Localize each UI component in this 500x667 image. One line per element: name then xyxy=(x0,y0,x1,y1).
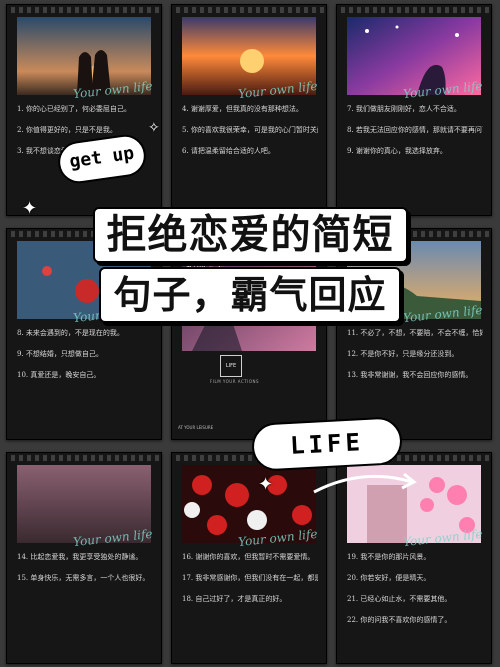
card-1: Your own life 1. 你的心已经别了，何必委屈自己。 2. 你值得更… xyxy=(6,4,162,216)
card-line: 15. 单身快乐，无需多言，一个人也很好。 xyxy=(17,574,150,582)
card-lines: 8. 未来会遇到的，不是现在的我。 9. 不想结婚，只想做自己。 10. 真爱还… xyxy=(17,329,153,392)
film-caption: FILM YOUR ACTIONS xyxy=(210,379,260,384)
card-line: 19. 我不是你的那片风景。 xyxy=(347,553,431,561)
card-7: Your own life 14. 比起恋爱我，我更享受独处的静谧。 15. 单… xyxy=(6,452,162,664)
title-line-1: 拒绝恋爱的简短 xyxy=(92,207,408,263)
film-holes xyxy=(172,7,326,13)
card-line: 4. 谢谢厚爱，但我真的没有那种想法。 xyxy=(182,105,303,113)
card-line: 5. 你的喜欢我很荣幸，可是我的心门暂时关闭。 xyxy=(182,126,318,134)
card-line: 8. 未来会遇到的，不是现在的我。 xyxy=(17,329,124,337)
card-line: 11. 不必了，不想，不要陪，不会不缠，恰好，已经有了，抱歉。 xyxy=(347,329,483,337)
card-line: 8. 若我无法回应你的感情，那就请不要再问了。 xyxy=(347,126,483,134)
card-line: 1. 你的心已经别了，何必委屈自己。 xyxy=(17,105,131,113)
title-block: 拒绝恋爱的简短 句子，霸气回应 xyxy=(0,205,500,325)
card-lines: 14. 比起恋爱我，我更享受独处的静谧。 15. 单身快乐，无需多言，一个人也很… xyxy=(17,553,153,595)
poster: Your own life 1. 你的心已经别了，何必委屈自己。 2. 你值得更… xyxy=(0,0,500,667)
card-2: Your own life 4. 谢谢厚爱，但我真的没有那种想法。 5. 你的喜… xyxy=(171,4,327,216)
card-line: 7. 我们做朋友刚刚好，恋人不合适。 xyxy=(347,105,461,113)
card-line: 16. 谢谢你的喜欢，但我暂时不需要爱情。 xyxy=(182,553,315,561)
arrow-icon xyxy=(313,472,417,494)
card-line: 17. 我非常感谢你，但我们没有在一起，都是缘。 xyxy=(182,574,318,582)
film-holes xyxy=(7,7,161,13)
card-lines: 7. 我们做朋友刚刚好，恋人不合适。 8. 若我无法回应你的感情，那就请不要再问… xyxy=(347,105,483,168)
sparkle-icon: ✦ xyxy=(258,474,274,495)
card-lines: 4. 谢谢厚爱，但我真的没有那种想法。 5. 你的喜欢我很荣幸，可是我的心门暂时… xyxy=(182,105,318,168)
film-holes xyxy=(7,455,161,461)
card-line: 18. 自己过好了，才是真正的好。 xyxy=(182,595,287,603)
card-line: 9. 谢谢你的真心，我选择放弃。 xyxy=(347,147,447,155)
card-8: Your own life 16. 谢谢你的喜欢，但我暂时不需要爱情。 17. … xyxy=(171,452,327,664)
card-line: 14. 比起恋爱我，我更享受独处的静谧。 xyxy=(17,553,143,561)
card-line: 6. 请把温柔留给合适的人吧。 xyxy=(182,147,275,155)
film-holes xyxy=(337,7,491,13)
card-line: 13. 我非常谢谢，我不会回应你的感情。 xyxy=(347,371,473,379)
sparkle-icon: ✧ xyxy=(148,120,160,136)
card-line: 9. 不想结婚，只想做自己。 xyxy=(17,350,103,358)
card-line: 21. 已经心如止水，不需要其他。 xyxy=(347,595,452,603)
card-lines: 11. 不必了，不想，不要陪，不会不缠，恰好，已经有了，抱歉。 12. 不是你不… xyxy=(347,329,483,392)
card-line: 10. 真爱还是，晚安自己。 xyxy=(17,371,101,379)
card-line: 2. 你值得更好的，只是不是我。 xyxy=(17,126,117,134)
card-line: 12. 不是你不好，只是缘分还没到。 xyxy=(347,350,459,358)
card-lines: 16. 谢谢你的喜欢，但我暂时不需要爱情。 17. 我非常感谢你，但我们没有在一… xyxy=(182,553,318,616)
tiny-caption: AT YOUR LEISURE xyxy=(178,425,214,430)
life-badge: LIFE xyxy=(220,355,242,377)
card-line: 20. 你若安好，便是晴天。 xyxy=(347,574,431,582)
title-line-2: 句子，霸气回应 xyxy=(99,267,401,323)
card-line: 22. 你的问我不喜欢你的感情了。 xyxy=(347,616,452,624)
card-3: Your own life 7. 我们做朋友刚刚好，恋人不合适。 8. 若我无法… xyxy=(336,4,492,216)
card-lines: 19. 我不是你的那片风景。 20. 你若安好，便是晴天。 21. 已经心如止水… xyxy=(347,553,483,637)
